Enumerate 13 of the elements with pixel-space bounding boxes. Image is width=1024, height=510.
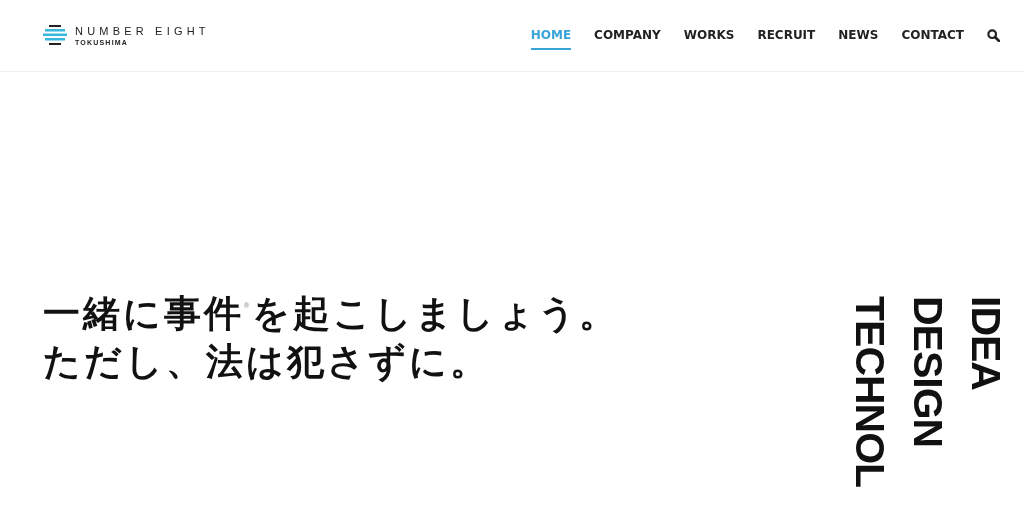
search-icon[interactable] (987, 29, 1000, 42)
vertical-word: DESIGN (904, 296, 952, 448)
logo-text: NUMBER EIGHT (75, 25, 210, 37)
nav-link[interactable]: COMPANY (594, 21, 661, 50)
nav-link[interactable]: NEWS (838, 21, 879, 50)
nav-link[interactable]: WORKS (683, 21, 735, 50)
vertical-word: IDEA (962, 296, 1010, 390)
nav-link[interactable]: RECRUIT (757, 21, 816, 50)
headline-text: 一緒に事件$^{®}$を起こしましょう。 (43, 292, 621, 336)
nav-link[interactable]: CONTACT (901, 21, 964, 50)
headline-text: ただし、法は犯さずに。 (43, 340, 491, 385)
vertical-word: TECHNOL (846, 296, 894, 488)
logo-icon (43, 23, 67, 48)
